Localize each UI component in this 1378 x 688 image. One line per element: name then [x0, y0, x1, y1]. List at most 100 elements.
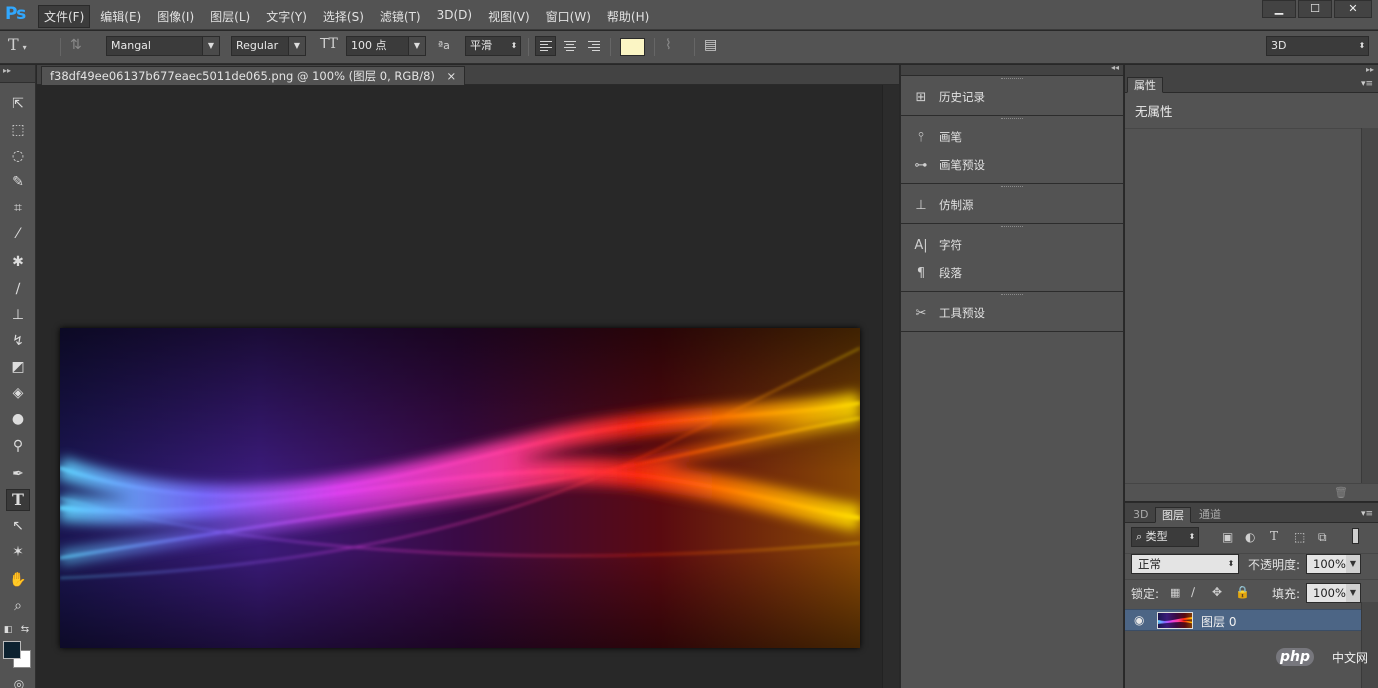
- properties-scrollbar[interactable]: [1361, 128, 1378, 483]
- expand-dock-icon[interactable]: ◂◂: [1111, 63, 1119, 72]
- filter-smart-object-icon[interactable]: ⧉: [1318, 530, 1327, 545]
- panel-menu-icon[interactable]: ▾≡: [1361, 509, 1373, 519]
- antialias-select[interactable]: 平滑 ⬍: [465, 36, 521, 56]
- lock-position-icon[interactable]: ✥: [1212, 585, 1222, 599]
- workspace-select[interactable]: 3D ⬍: [1266, 36, 1369, 56]
- maximize-button[interactable]: ☐: [1298, 0, 1332, 18]
- shape-tool-icon[interactable]: ✶: [6, 541, 30, 563]
- collapse-icon[interactable]: ▸▸: [3, 66, 11, 75]
- filter-toggle[interactable]: [1352, 528, 1359, 544]
- type-tool-icon[interactable]: T: [6, 489, 30, 511]
- opacity-input[interactable]: 100% ▼: [1306, 554, 1361, 574]
- marquee-tool-icon[interactable]: ⬚: [6, 119, 30, 141]
- dock-item-paragraph[interactable]: ¶ 段落: [901, 259, 1123, 287]
- lock-all-icon[interactable]: 🔒: [1235, 585, 1250, 599]
- text-orientation-icon[interactable]: ⇅: [70, 37, 82, 53]
- updown-icon: ⬍: [1186, 528, 1198, 546]
- dock-item-brush-presets[interactable]: ⊶ 画笔预设: [901, 151, 1123, 179]
- tab-channels[interactable]: 通道: [1193, 507, 1227, 523]
- dock-item-clone-source[interactable]: ⊥ 仿制源: [901, 191, 1123, 219]
- tab-3d[interactable]: 3D: [1127, 507, 1154, 523]
- filter-shape-icon[interactable]: ⬚: [1294, 530, 1305, 544]
- blur-tool-icon[interactable]: ●: [6, 408, 30, 430]
- brush-tool-icon[interactable]: ∕: [6, 278, 30, 300]
- blend-mode-select[interactable]: 正常 ⬍: [1131, 554, 1239, 574]
- text-color-swatch[interactable]: [620, 38, 645, 56]
- swap-colors-icon[interactable]: ⇆: [18, 619, 32, 641]
- menu-view[interactable]: 视图(V): [482, 5, 536, 28]
- tab-properties[interactable]: 属性: [1127, 77, 1163, 93]
- filter-type-icon[interactable]: T: [1270, 529, 1278, 543]
- font-style-select[interactable]: Regular ▼: [231, 36, 306, 56]
- pen-tool-icon[interactable]: ✒: [6, 463, 30, 485]
- font-size-icon: ꓔT: [320, 36, 338, 52]
- document-tab[interactable]: f38df49ee06137b677eaec5011de065.png @ 10…: [41, 66, 466, 85]
- type-tool-preset-icon[interactable]: T ▾: [8, 35, 27, 54]
- foreground-color-swatch[interactable]: [3, 641, 21, 659]
- align-right-button[interactable]: [583, 36, 604, 56]
- menu-image[interactable]: 图像(I): [151, 5, 200, 28]
- panel-menu-icon[interactable]: ▾≡: [1361, 79, 1373, 89]
- eraser-tool-icon[interactable]: ◩: [6, 356, 30, 378]
- menu-window[interactable]: 窗口(W): [540, 5, 597, 28]
- font-family-select[interactable]: Mangal ▼: [106, 36, 220, 56]
- layer-row[interactable]: ◉ 图层 0: [1125, 609, 1361, 631]
- filter-pixel-icon[interactable]: ▣: [1222, 530, 1233, 544]
- dock-item-brush[interactable]: ⫯ 画笔: [901, 123, 1123, 151]
- path-select-tool-icon[interactable]: ↖: [6, 515, 30, 537]
- font-size-select[interactable]: 100 点 ▼: [346, 36, 426, 56]
- drag-handle[interactable]: [1001, 294, 1023, 296]
- drag-handle[interactable]: [1001, 78, 1023, 80]
- menu-file[interactable]: 文件(F): [38, 5, 91, 28]
- menu-layer[interactable]: 图层(L): [204, 5, 256, 28]
- dodge-tool-icon[interactable]: ⚲: [6, 435, 30, 457]
- drag-handle[interactable]: [1001, 118, 1023, 120]
- move-tool-icon[interactable]: ⇱: [6, 93, 30, 115]
- menu-filter[interactable]: 滤镜(T): [374, 5, 427, 28]
- tab-layers[interactable]: 图层: [1155, 507, 1191, 523]
- minimize-button[interactable]: ▁: [1262, 0, 1296, 18]
- align-left-button[interactable]: [535, 36, 556, 56]
- document-canvas[interactable]: [60, 328, 860, 648]
- clone-stamp-tool-icon[interactable]: ⊥: [6, 304, 30, 326]
- default-colors-icon[interactable]: ◧: [2, 619, 14, 641]
- history-brush-tool-icon[interactable]: ↯: [6, 330, 30, 352]
- layers-scrollbar[interactable]: [1361, 602, 1378, 688]
- trash-icon[interactable]: 🗑: [1334, 486, 1348, 499]
- zoom-tool-icon[interactable]: ⌕: [6, 595, 30, 617]
- layer-name[interactable]: 图层 0: [1201, 613, 1236, 630]
- lock-transparency-icon[interactable]: ▦: [1170, 586, 1180, 599]
- paint-bucket-tool-icon[interactable]: ◈: [6, 382, 30, 404]
- lock-pixels-icon[interactable]: ∕: [1191, 585, 1195, 599]
- filter-adjustment-icon[interactable]: ◐: [1245, 530, 1255, 544]
- layer-filter-select[interactable]: ⌕ 类型 ⬍: [1131, 527, 1199, 547]
- photoshop-logo: Ps: [5, 4, 26, 24]
- menu-help[interactable]: 帮助(H): [601, 5, 655, 28]
- panels-toggle-icon[interactable]: ▤: [704, 37, 717, 53]
- dock-item-character[interactable]: A| 字符: [901, 231, 1123, 259]
- dock-item-tool-presets[interactable]: ✂ 工具预设: [901, 299, 1123, 327]
- menu-3d[interactable]: 3D(D): [431, 5, 478, 28]
- quick-mask-icon[interactable]: ◎: [7, 673, 31, 688]
- warp-text-icon[interactable]: ⌇: [665, 37, 672, 53]
- drag-handle[interactable]: [1001, 186, 1023, 188]
- healing-brush-tool-icon[interactable]: ✱: [6, 251, 30, 273]
- drag-handle[interactable]: [1001, 226, 1023, 228]
- dock-item-history[interactable]: ⊞ 历史记录: [901, 83, 1123, 111]
- close-tab-icon[interactable]: ×: [447, 69, 457, 83]
- crop-tool-icon[interactable]: ⌗: [6, 197, 30, 219]
- fill-input[interactable]: 100% ▼: [1306, 583, 1361, 603]
- menu-type[interactable]: 文字(Y): [260, 5, 313, 28]
- document-scrollbar[interactable]: [882, 85, 899, 688]
- align-center-button[interactable]: [559, 36, 580, 56]
- menu-edit[interactable]: 编辑(E): [94, 5, 147, 28]
- hand-tool-icon[interactable]: ✋: [6, 569, 30, 591]
- quick-select-tool-icon[interactable]: ✎: [6, 171, 30, 193]
- menu-select[interactable]: 选择(S): [317, 5, 370, 28]
- close-button[interactable]: ✕: [1334, 0, 1372, 18]
- eyedropper-tool-icon[interactable]: ⁄: [6, 223, 30, 245]
- canvas-image: [60, 328, 860, 648]
- collapse-panel-icon[interactable]: ▸▸: [1366, 65, 1374, 74]
- lasso-tool-icon[interactable]: ◌: [6, 145, 30, 167]
- visibility-eye-icon[interactable]: ◉: [1134, 613, 1144, 627]
